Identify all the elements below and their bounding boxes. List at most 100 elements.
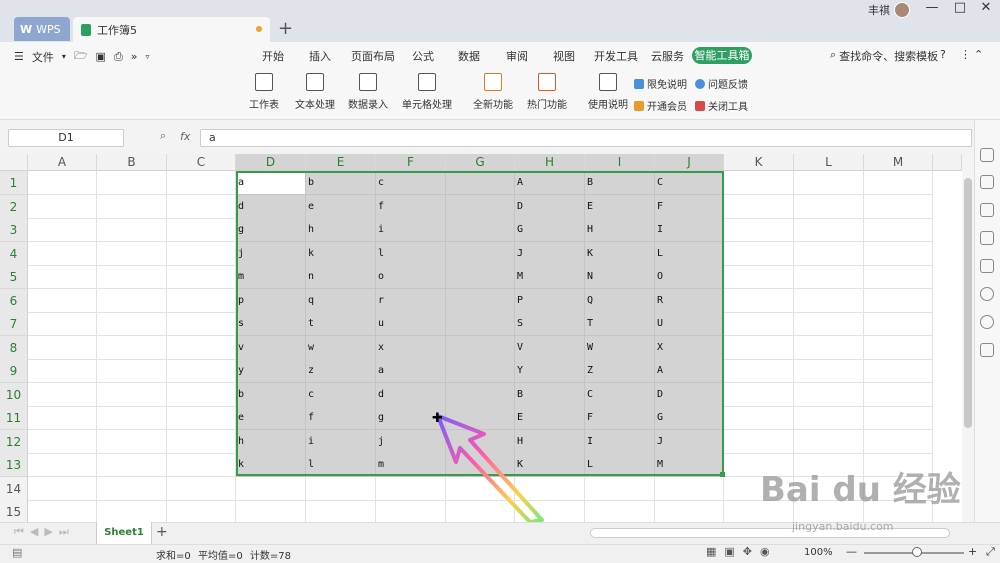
cell-b1[interactable] [97,171,167,195]
cell-d14[interactable] [236,476,306,501]
cell-g6[interactable] [446,288,515,313]
ribbon-new-features[interactable]: 全新功能 [473,73,513,111]
cell-i8[interactable]: W [585,335,655,360]
menu-cloud[interactable]: 云服务 [651,48,684,64]
cell-d2[interactable]: d [236,194,306,219]
zoom-lens-icon[interactable]: ⌕ [160,129,166,143]
row-header-2[interactable]: 2 [0,194,28,219]
shapes-icon[interactable] [980,175,994,189]
transform-icon[interactable] [980,231,994,245]
cell-a4[interactable] [28,241,97,266]
cell-k8[interactable] [724,335,794,360]
row-header-3[interactable]: 3 [0,218,28,242]
column-header-e[interactable]: E [306,154,376,171]
file-menu[interactable]: 文件 [32,49,54,65]
cell-l1[interactable] [794,171,864,195]
zoom-in-icon[interactable]: + [968,545,977,558]
cell-e1[interactable]: b [306,171,376,195]
user-account[interactable]: 丰祺 [868,2,910,18]
cell-j11[interactable]: G [655,406,724,430]
cell-l7[interactable] [794,312,864,336]
menu-insert[interactable]: 插入 [309,48,331,64]
hamburger-icon[interactable]: ☰ [14,50,24,63]
cell-d9[interactable]: y [236,359,306,383]
cell-d1[interactable]: a [236,171,306,195]
open-folder-icon[interactable]: 🗁 [74,47,88,66]
cell-i5[interactable]: N [585,265,655,289]
cell-b8[interactable] [97,335,167,360]
cell-e13[interactable]: l [306,453,376,477]
apps-grid-icon[interactable] [980,343,994,357]
cell-a3[interactable] [28,218,97,242]
cell-j6[interactable]: R [655,288,724,313]
cell-k2[interactable] [724,194,794,219]
cell-f5[interactable]: o [376,265,446,289]
add-sheet-button[interactable]: + [156,524,168,540]
cell-h8[interactable]: V [515,335,585,360]
cell-b5[interactable] [97,265,167,289]
cell-d5[interactable]: m [236,265,306,289]
cell-l5[interactable] [794,265,864,289]
select-cursor-icon[interactable] [980,148,994,162]
cell-i7[interactable]: T [585,312,655,336]
cell-j13[interactable]: M [655,453,724,477]
menu-formula[interactable]: 公式 [412,48,434,64]
zoom-slider-knob[interactable] [912,547,922,557]
view-mode-icons[interactable]: ▦▣✥◉ [706,545,778,558]
cell-d10[interactable]: b [236,382,306,407]
help-circle-icon[interactable] [980,315,994,329]
cell-l2[interactable] [794,194,864,219]
cell-e2[interactable]: e [306,194,376,219]
cell-i2[interactable]: E [585,194,655,219]
cell-e11[interactable]: f [306,406,376,430]
cell-g1[interactable] [446,171,515,195]
cell-e9[interactable]: z [306,359,376,383]
help-icon[interactable]: ? [940,48,946,61]
cell-a8[interactable] [28,335,97,360]
row-header-14[interactable]: 14 [0,476,28,501]
collapse-icon[interactable]: ⌃ [974,48,983,61]
row-header-7[interactable]: 7 [0,312,28,336]
formula-input[interactable]: a [200,129,972,147]
cell-g2[interactable] [446,194,515,219]
cell-m4[interactable] [864,241,933,266]
column-header-i[interactable]: I [585,154,655,171]
cell-d12[interactable]: h [236,429,306,454]
new-tab-button[interactable]: + [278,18,293,39]
cell-m7[interactable] [864,312,933,336]
save-icon[interactable]: ▣ [96,50,106,63]
cell-m2[interactable] [864,194,933,219]
fill-handle[interactable] [720,472,725,477]
zoom-out-icon[interactable]: — [846,545,857,558]
cell-c11[interactable] [167,406,236,430]
cell-d4[interactable]: j [236,241,306,266]
cell-e12[interactable]: i [306,429,376,454]
sheet-tab-sheet1[interactable]: Sheet1 [96,522,152,544]
cell-b10[interactable] [97,382,167,407]
cell-k6[interactable] [724,288,794,313]
cell-a5[interactable] [28,265,97,289]
cell-a10[interactable] [28,382,97,407]
cell-d13[interactable]: k [236,453,306,477]
cell-c7[interactable] [167,312,236,336]
cell-i11[interactable]: F [585,406,655,430]
cell-e3[interactable]: h [306,218,376,242]
cell-h6[interactable]: P [515,288,585,313]
cell-i15[interactable] [585,500,655,522]
tab-wps[interactable]: W WPS [14,17,70,41]
cell-c14[interactable] [167,476,236,501]
cell-b9[interactable] [97,359,167,383]
scrollbar-thumb[interactable] [964,178,972,428]
column-header-c[interactable]: C [167,154,236,171]
row-header-5[interactable]: 5 [0,265,28,289]
cell-l4[interactable] [794,241,864,266]
ribbon-hot-features[interactable]: 热门功能 [527,73,567,111]
cell-d7[interactable]: s [236,312,306,336]
fullscreen-icon[interactable]: ⤢ [986,545,995,559]
cell-f7[interactable]: u [376,312,446,336]
cell-j14[interactable] [655,476,724,501]
cell-b3[interactable] [97,218,167,242]
cell-k10[interactable] [724,382,794,407]
cell-a13[interactable] [28,453,97,477]
cell-h3[interactable]: G [515,218,585,242]
